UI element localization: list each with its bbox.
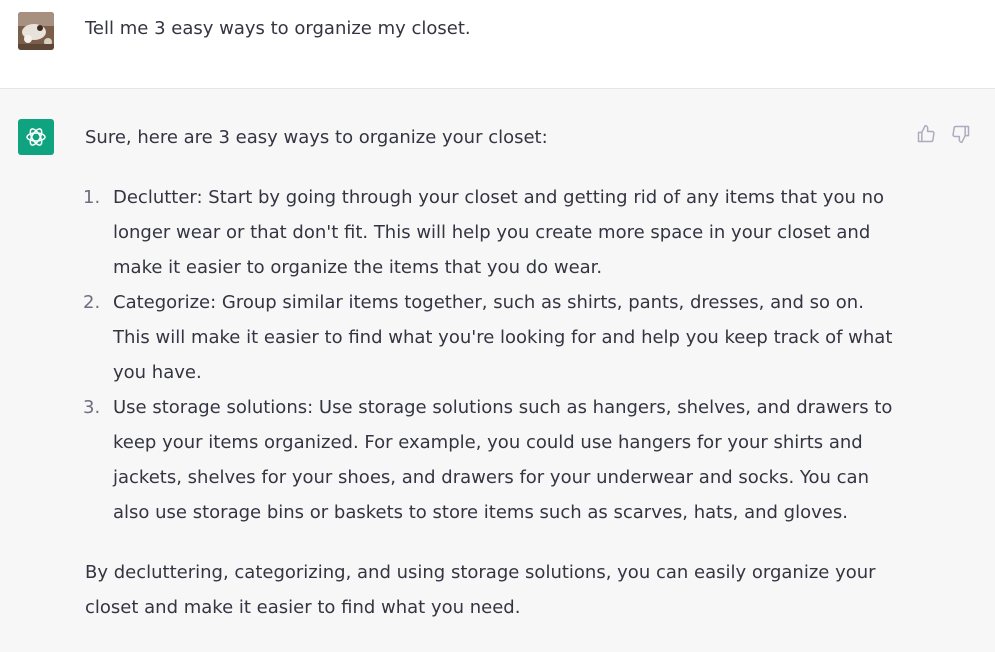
- list-item: 1. Declutter: Start by going through you…: [83, 180, 905, 285]
- list-item: 3. Use storage solutions: Use storage so…: [83, 390, 905, 530]
- thumbs-down-icon[interactable]: [950, 123, 972, 145]
- assistant-intro: Sure, here are 3 easy ways to organize y…: [85, 127, 548, 148]
- assistant-message-content: Sure, here are 3 easy ways to organize y…: [83, 120, 905, 625]
- list-item: 2. Categorize: Group similar items toget…: [83, 285, 905, 390]
- list-number: 3.: [83, 397, 101, 418]
- user-message-row: Tell me 3 easy ways to organize my close…: [0, 0, 995, 89]
- assistant-message-row: Sure, here are 3 easy ways to organize y…: [0, 89, 995, 652]
- list-item-text: Use storage solutions: Use storage solut…: [113, 397, 893, 523]
- list-number: 2.: [83, 292, 101, 313]
- thumbs-up-icon[interactable]: [915, 123, 937, 145]
- list-item-text: Categorize: Group similar items together…: [113, 292, 893, 383]
- assistant-conclusion: By decluttering, categorizing, and using…: [85, 562, 876, 618]
- tips-list: 1. Declutter: Start by going through you…: [83, 180, 905, 530]
- list-number: 1.: [83, 187, 101, 208]
- user-message-text: Tell me 3 easy ways to organize my close…: [85, 18, 471, 39]
- list-item-text: Declutter: Start by going through your c…: [113, 187, 885, 278]
- openai-logo-icon: [18, 119, 54, 155]
- user-avatar: [18, 12, 54, 50]
